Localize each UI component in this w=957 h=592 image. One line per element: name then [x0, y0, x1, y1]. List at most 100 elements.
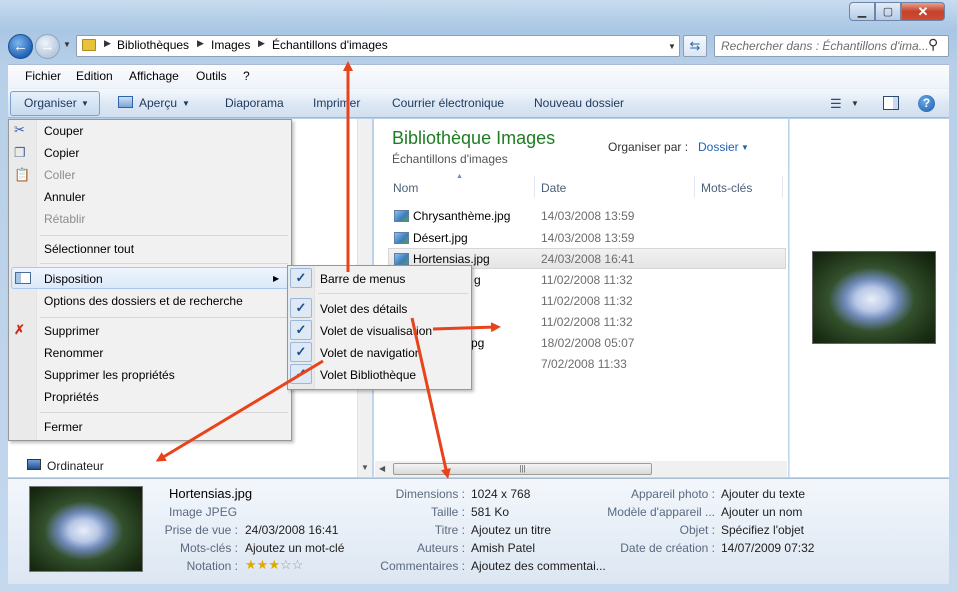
menu-item-layout[interactable]: Disposition: [44, 272, 103, 286]
menu-help[interactable]: ?: [243, 69, 250, 83]
breadcrumb-libraries[interactable]: Bibliothèques: [117, 38, 189, 52]
close-button[interactable]: ✕: [901, 2, 945, 21]
file-date: 11/02/2008 11:32: [541, 294, 633, 308]
details-value-subject[interactable]: Spécifiez l'objet: [721, 523, 804, 537]
preview-button[interactable]: Aperçu: [139, 96, 177, 110]
window-controls: ▁ ▢ ✕: [849, 2, 945, 21]
chevron-down-icon[interactable]: ▼: [182, 99, 190, 108]
menu-item-properties[interactable]: Propriétés: [44, 390, 99, 404]
column-header-date[interactable]: Date: [541, 181, 566, 195]
menu-item-redo: Rétablir: [44, 212, 86, 226]
submenu-arrow-icon: ▶: [273, 274, 280, 283]
details-label-created: Date de création :: [620, 541, 715, 555]
maximize-button[interactable]: ▢: [875, 2, 901, 21]
details-value-dimensions: 1024 x 768: [471, 487, 531, 501]
details-label-tags: Mots-clés :: [179, 541, 238, 555]
sort-ascending-icon: ▲: [456, 173, 463, 180]
layout-icon: [15, 272, 31, 284]
menu-item-select-all[interactable]: Sélectionner tout: [44, 242, 134, 256]
preview-pane-icon[interactable]: [883, 96, 899, 110]
breadcrumb-samples[interactable]: Échantillons d'images: [272, 38, 388, 52]
star-empty-icon[interactable]: ☆: [280, 557, 292, 572]
menu-item-folder-options[interactable]: Options des dossiers et de recherche: [44, 294, 243, 308]
details-value-authors[interactable]: Amish Patel: [471, 541, 535, 555]
submenu-item-details-pane[interactable]: Volet des détails: [320, 302, 407, 316]
checkmark-icon: ✓: [290, 342, 312, 362]
image-file-icon: [394, 232, 409, 244]
details-value-size: 581 Ko: [471, 505, 510, 519]
chevron-right-icon[interactable]: ▶: [258, 38, 265, 49]
minimize-button[interactable]: ▁: [849, 2, 875, 21]
view-options-icon[interactable]: ☰: [830, 96, 842, 112]
star-rating[interactable]: ★★★☆☆: [245, 557, 303, 573]
back-button[interactable]: ←: [8, 34, 33, 59]
file-date: 18/02/2008 05:07: [541, 336, 635, 350]
star-filled-icon[interactable]: ★: [245, 557, 257, 572]
details-thumbnail: [29, 486, 143, 572]
menu-item-delete[interactable]: Supprimer: [44, 324, 99, 338]
chevron-down-icon[interactable]: ▼: [851, 99, 859, 108]
menu-file[interactable]: Fichier: [25, 69, 61, 83]
chevron-right-icon[interactable]: ▶: [197, 38, 204, 49]
star-empty-icon[interactable]: ☆: [292, 557, 304, 572]
recent-pages-dropdown[interactable]: ▼: [63, 40, 71, 49]
scroll-left-icon[interactable]: ◀: [379, 464, 385, 473]
menu-view[interactable]: Affichage: [129, 69, 179, 83]
column-divider[interactable]: [782, 176, 783, 198]
menu-item-rename[interactable]: Renommer: [44, 346, 103, 360]
details-value-title[interactable]: Ajoutez un titre: [471, 523, 551, 537]
nav-item-computer[interactable]: Ordinateur: [47, 459, 104, 473]
submenu-item-navigation-pane[interactable]: Volet de navigation: [320, 346, 421, 360]
star-filled-icon[interactable]: ★: [257, 557, 269, 572]
slideshow-button[interactable]: Diaporama: [225, 96, 284, 110]
copy-icon: ❐: [14, 145, 26, 160]
details-value-tags[interactable]: Ajoutez un mot-clé: [245, 541, 344, 555]
checkmark-icon: ✓: [290, 364, 312, 384]
column-divider[interactable]: [534, 176, 535, 198]
submenu-item-menu-bar[interactable]: Barre de menus: [320, 272, 405, 286]
column-divider[interactable]: [694, 176, 695, 198]
chevron-down-icon[interactable]: ▼: [741, 143, 749, 152]
column-header-name[interactable]: Nom: [393, 181, 418, 195]
scrollbar-thumb[interactable]: |||: [393, 463, 652, 475]
scroll-down-icon[interactable]: ▼: [361, 463, 369, 472]
menu-item-paste: Coller: [44, 168, 76, 182]
menu-item-cut[interactable]: Couper: [44, 124, 83, 138]
file-date: 24/03/2008 16:41: [541, 252, 635, 266]
breadcrumb-images[interactable]: Images: [211, 38, 250, 52]
details-value-model[interactable]: Ajouter un nom: [721, 505, 802, 519]
submenu-item-library-pane[interactable]: Volet Bibliothèque: [320, 368, 416, 382]
forward-button[interactable]: →: [35, 34, 60, 59]
column-header-tags[interactable]: Mots-clés: [701, 181, 752, 195]
image-file-icon: [394, 210, 409, 222]
menu-edit[interactable]: Edition: [76, 69, 113, 83]
menu-item-close[interactable]: Fermer: [44, 420, 83, 434]
print-button[interactable]: Imprimer: [313, 96, 360, 110]
details-value-comments[interactable]: Ajoutez des commentai...: [471, 559, 606, 573]
star-filled-icon[interactable]: ★: [268, 557, 280, 572]
menu-separator: [40, 412, 288, 413]
details-value-created: 14/07/2009 07:32: [721, 541, 815, 555]
library-subtitle: Échantillons d'images: [392, 152, 508, 166]
file-name: Désert.jpg: [413, 231, 468, 245]
submenu-item-preview-pane[interactable]: Volet de visualisation: [320, 324, 432, 338]
menu-item-remove-properties[interactable]: Supprimer les propriétés: [44, 368, 175, 382]
email-button[interactable]: Courrier électronique: [392, 96, 504, 110]
search-icon[interactable]: ⚲: [928, 36, 938, 53]
details-value-taken[interactable]: 24/03/2008 16:41: [245, 523, 338, 537]
menu-item-copy[interactable]: Copier: [44, 146, 79, 160]
menu-item-undo[interactable]: Annuler: [44, 190, 85, 204]
address-history-dropdown[interactable]: ▼: [664, 36, 680, 56]
new-folder-button[interactable]: Nouveau dossier: [534, 96, 624, 110]
file-date: 14/03/2008 13:59: [541, 209, 635, 223]
menu-tools[interactable]: Outils: [196, 69, 227, 83]
refresh-button[interactable]: ⇆: [683, 35, 707, 57]
help-icon[interactable]: ?: [918, 95, 935, 112]
file-name: Hortensias.jpg: [413, 252, 490, 266]
details-label-model: Modèle d'appareil ...: [607, 505, 715, 519]
details-value-camera[interactable]: Ajouter du texte: [721, 487, 805, 501]
file-date: 11/02/2008 11:32: [541, 315, 633, 329]
arrange-by-dropdown[interactable]: Dossier: [698, 140, 739, 154]
chevron-right-icon[interactable]: ▶: [104, 38, 111, 49]
preview-image: [812, 251, 936, 344]
